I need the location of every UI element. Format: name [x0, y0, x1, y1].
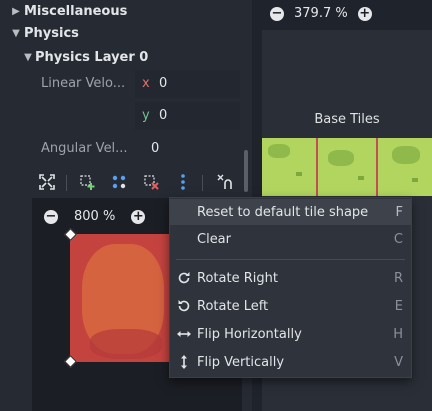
editor-zoom-control: − 800 % + — [44, 209, 146, 224]
tile-preview — [70, 234, 170, 362]
menu-item-label: Flip Vertically — [197, 354, 285, 370]
toolbar-separator — [66, 175, 67, 191]
toolbar-separator — [202, 175, 203, 191]
flip-vertical-icon — [181, 355, 187, 369]
chevron-down-icon: ▼ — [24, 51, 32, 63]
y-axis-label: y — [142, 108, 150, 123]
linear-velocity-x-value[interactable]: 0 — [159, 76, 167, 91]
add-point-icon[interactable] — [78, 173, 96, 191]
base-tiles-label: Base Tiles — [314, 112, 380, 127]
menu-item-rotate-left[interactable]: Rotate Left E — [170, 293, 411, 319]
section-physics-layer[interactable]: ▼ Physics Layer 0 — [22, 46, 148, 68]
atlas-zoom-level[interactable]: 379.7 % — [294, 6, 348, 21]
menu-item-label: Rotate Left — [197, 298, 269, 314]
tile-grid-line — [376, 138, 378, 196]
x-axis-label: x — [142, 76, 150, 91]
more-options-icon[interactable] — [174, 173, 192, 191]
rotate-left-icon — [178, 300, 190, 312]
rotate-right-icon — [178, 272, 190, 284]
atlas-zoom-in-button[interactable]: + — [357, 6, 372, 21]
linear-velocity-label: Linear Velo... — [41, 76, 126, 91]
section-miscellaneous[interactable]: ▶ Miscellaneous — [10, 0, 127, 22]
menu-item-shortcut: V — [394, 354, 403, 370]
angular-velocity-value[interactable]: 0 — [151, 141, 159, 156]
menu-item-label: Flip Horizontally — [197, 326, 302, 342]
grass-detail — [328, 150, 354, 166]
polygon-toolbar — [32, 170, 242, 196]
linear-velocity-x-field[interactable] — [135, 70, 240, 98]
move-points-icon[interactable] — [110, 173, 128, 191]
section-physics[interactable]: ▼ Physics — [10, 22, 79, 44]
atlas-zoom-control: − 379.7 % + — [270, 6, 372, 21]
menu-item-flip-vertically[interactable]: Flip Vertically V — [170, 349, 411, 375]
delete-point-icon[interactable] — [142, 173, 160, 191]
zoom-in-button[interactable]: + — [131, 209, 146, 224]
editor-zoom-level[interactable]: 800 % — [74, 209, 115, 224]
fit-view-icon[interactable] — [38, 173, 56, 191]
grass-detail — [392, 146, 420, 164]
base-tiles-atlas[interactable] — [262, 138, 432, 196]
menu-item-reset-shape[interactable]: Reset to default tile shape F — [170, 199, 411, 225]
inspector-scrollbar-thumb[interactable] — [244, 150, 248, 192]
linear-velocity-y-field[interactable] — [135, 102, 240, 130]
menu-item-label: Rotate Right — [197, 270, 278, 286]
menu-item-label: Clear — [197, 231, 231, 247]
tile-grid-line — [316, 138, 318, 196]
menu-item-rotate-right[interactable]: Rotate Right R — [170, 265, 411, 291]
menu-item-label: Reset to default tile shape — [197, 204, 369, 220]
grass-detail — [412, 178, 418, 182]
physics-layer-label: Physics Layer 0 — [35, 49, 149, 65]
menu-item-shortcut: R — [393, 270, 403, 286]
menu-item-clear[interactable]: Clear C — [170, 226, 411, 252]
tile-sprite-shadow — [90, 329, 162, 359]
section-physics-label: Physics — [24, 25, 79, 41]
linear-velocity-y-value[interactable]: 0 — [159, 108, 167, 123]
angular-velocity-label: Angular Vel... — [41, 141, 128, 156]
menu-item-shortcut: F — [395, 204, 403, 220]
chevron-down-icon: ▼ — [12, 27, 20, 39]
grass-detail — [268, 144, 290, 158]
grass-detail — [358, 176, 364, 180]
snap-icon[interactable] — [216, 173, 234, 191]
menu-item-shortcut: H — [393, 326, 403, 342]
zoom-out-button[interactable]: − — [44, 209, 58, 224]
menu-item-flip-horizontally[interactable]: Flip Horizontally H — [170, 321, 411, 347]
grass-detail — [296, 172, 302, 176]
chevron-right-icon: ▶ — [12, 5, 20, 17]
menu-item-shortcut: C — [393, 231, 403, 247]
context-menu: Reset to default tile shape F Clear C Ro… — [169, 197, 412, 378]
section-miscellaneous-label: Miscellaneous — [24, 3, 128, 19]
menu-item-shortcut: E — [394, 298, 403, 314]
menu-separator — [176, 259, 405, 260]
flip-horizontal-icon — [177, 331, 191, 337]
atlas-zoom-out-button[interactable]: − — [270, 6, 284, 21]
